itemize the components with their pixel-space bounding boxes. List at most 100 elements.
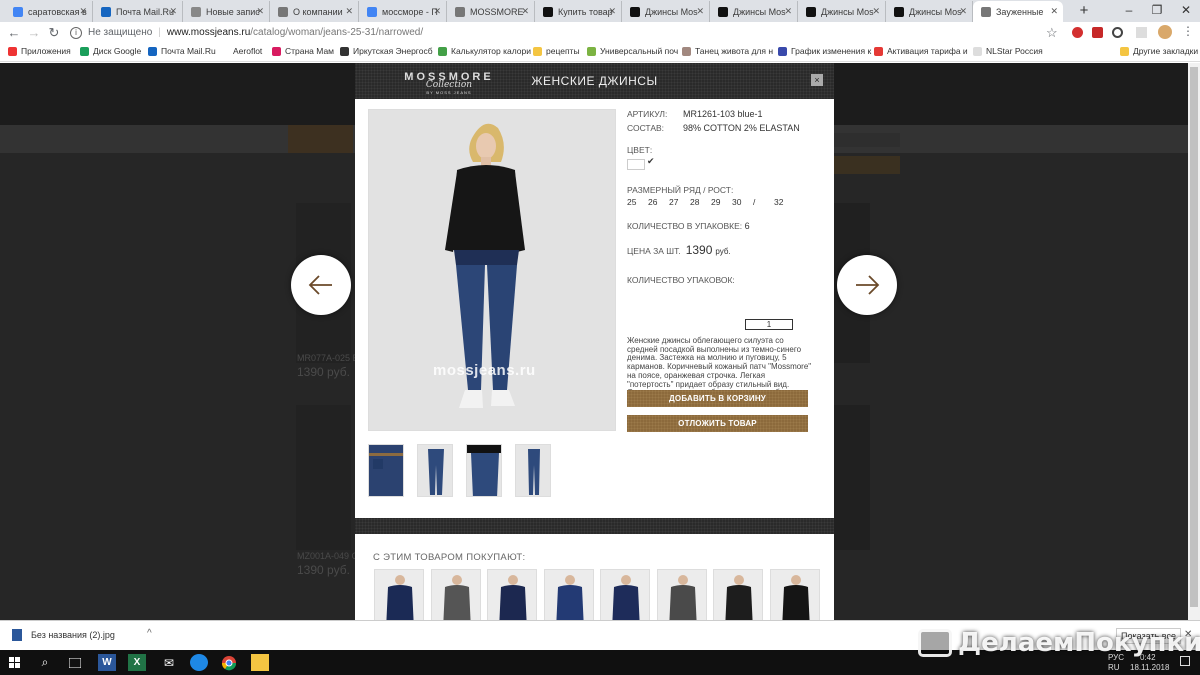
thumbnail[interactable] — [368, 444, 404, 497]
recommended-product-card[interactable] — [430, 569, 481, 620]
maximize-button[interactable]: ❐ — [1143, 0, 1171, 20]
la-favicon-icon — [630, 6, 640, 17]
bookmark-icon — [220, 46, 229, 56]
browser-tab[interactable]: Джинсы Mos ✕ — [622, 1, 710, 22]
bookmark-item[interactable]: Aeroflot — [220, 46, 262, 56]
bookmark-item[interactable]: NLStar Россия — [973, 46, 1043, 56]
product-main-image[interactable]: mossjeans.ru — [368, 109, 616, 431]
thumbnail[interactable] — [417, 444, 453, 497]
browser-tab[interactable]: MOSSMORE ✕ — [447, 1, 535, 22]
forward-icon[interactable]: → — [26, 25, 42, 40]
bookmark-label: рецепты — [546, 46, 580, 56]
browser-tab[interactable]: Джинсы Mos ✕ — [886, 1, 973, 22]
extension-icon[interactable] — [1136, 27, 1147, 38]
close-tab-icon[interactable]: ✕ — [959, 6, 967, 17]
packs-quantity-input[interactable]: 1 — [745, 319, 793, 330]
close-tab-icon[interactable]: ✕ — [872, 6, 880, 17]
close-tab-icon[interactable]: ✕ — [433, 6, 441, 17]
chrome-app-icon[interactable] — [220, 654, 238, 671]
notes-favicon-icon — [191, 6, 201, 17]
excel-app-icon[interactable]: X — [128, 654, 146, 671]
color-swatch[interactable] — [627, 159, 645, 170]
bookmark-item[interactable]: Иркутская Энергосб — [340, 46, 433, 56]
bookmark-item[interactable]: Танец живота для н — [682, 46, 773, 56]
browser-tab[interactable]: Зауженные ✕ — [973, 1, 1063, 22]
app-icon[interactable] — [190, 654, 208, 671]
browser-tab[interactable]: саратовская в ✕ — [5, 1, 93, 22]
close-tab-icon[interactable]: ✕ — [79, 6, 87, 17]
new-tab-button[interactable]: + — [1070, 0, 1098, 20]
back-icon[interactable]: ← — [6, 25, 22, 40]
browser-tab[interactable]: Джинсы Mos ✕ — [798, 1, 886, 22]
close-tab-icon[interactable]: ✕ — [696, 6, 704, 17]
reload-icon[interactable]: ↻ — [46, 25, 62, 41]
bookmark-star-icon[interactable]: ☆ — [1046, 25, 1058, 41]
bookmark-item[interactable]: Страна Мам — [272, 46, 334, 56]
file-explorer-icon[interactable] — [251, 654, 269, 671]
download-options-icon[interactable]: ^ — [147, 628, 152, 639]
page-scrollbar[interactable] — [1188, 63, 1200, 620]
bookmark-item[interactable]: Диск Google — [80, 46, 141, 56]
download-filename[interactable]: Без названия (2).jpg — [31, 630, 115, 640]
search-icon[interactable]: ⌕ — [36, 654, 54, 671]
arrow-right-icon — [856, 275, 880, 295]
close-tab-icon[interactable]: ✕ — [169, 6, 177, 17]
bookmark-icon — [973, 46, 982, 56]
recommended-product-card[interactable] — [656, 569, 707, 620]
recommended-product-card[interactable] — [487, 569, 537, 620]
info-icon[interactable]: i — [70, 26, 82, 39]
bookmark-item[interactable]: Универсальный поч — [587, 46, 678, 56]
recommended-product-card[interactable] — [713, 569, 763, 620]
close-tab-icon[interactable]: ✕ — [256, 6, 264, 17]
extension-icon[interactable] — [1072, 27, 1083, 38]
extension-icon[interactable] — [1112, 27, 1123, 38]
close-tab-icon[interactable]: ✕ — [1050, 6, 1058, 17]
browser-tab[interactable]: мосcморе - П ✕ — [359, 1, 447, 22]
browser-tab[interactable]: Почта Mail.Ru ✕ — [93, 1, 183, 22]
extension-icon[interactable] — [1092, 27, 1103, 38]
word-app-icon[interactable]: W — [98, 654, 116, 671]
postpone-button[interactable]: ОТЛОЖИТЬ ТОВАР — [627, 415, 808, 432]
profile-avatar[interactable] — [1158, 25, 1172, 39]
task-view-icon[interactable] — [66, 654, 84, 671]
menu-icon[interactable]: ⋮ — [1182, 24, 1194, 38]
cart-logo-icon — [918, 629, 952, 657]
bookmark-item[interactable]: График изменения к — [778, 46, 871, 56]
security-status[interactable]: Не защищено — [88, 27, 152, 38]
close-window-button[interactable]: ✕ — [1172, 0, 1200, 20]
close-tab-icon[interactable]: ✕ — [521, 6, 529, 17]
prev-product-button[interactable] — [291, 255, 351, 315]
thumbnail[interactable] — [466, 444, 502, 497]
bookmark-item[interactable]: рецепты — [533, 46, 580, 56]
recommended-product-card[interactable] — [374, 569, 424, 620]
bookmark-item[interactable]: Калькулятор калори — [438, 46, 531, 56]
close-tab-icon[interactable]: ✕ — [608, 6, 616, 17]
file-icon — [12, 629, 22, 641]
bookmark-label: Страна Мам — [285, 46, 335, 56]
recommended-product-card[interactable] — [769, 569, 820, 620]
price-value: 1390 — [685, 243, 713, 257]
recommended-product-card[interactable] — [600, 569, 650, 620]
browser-tab[interactable]: Купить товар ✕ — [535, 1, 622, 22]
add-to-cart-button[interactable]: ДОБАВИТЬ В КОРЗИНУ — [627, 390, 808, 407]
close-modal-button[interactable]: × — [811, 74, 823, 86]
tab-bar: саратовская в ✕ Почта Mail.Ru ✕ Новые запис ✕… — [0, 0, 1200, 22]
close-tab-icon[interactable]: ✕ — [345, 6, 353, 17]
browser-tab[interactable]: Новые запис ✕ — [183, 1, 270, 22]
browser-tab[interactable]: О компании ✕ — [270, 1, 359, 22]
address-bar[interactable]: i Не защищено | www.mossjeans.ru /catalo… — [70, 24, 1060, 41]
bookmark-item[interactable]: Другие закладки — [1120, 46, 1198, 56]
bookmark-item[interactable]: Почта Mail.Ru — [148, 46, 216, 56]
clock-date[interactable]: 18.11.2018 — [1130, 663, 1169, 672]
composition-value: 98% COTTON 2% ELASTAN — [683, 123, 800, 133]
browser-tab[interactable]: Джинсы Mos ✕ — [710, 1, 798, 22]
bookmark-item[interactable]: Активация тарифа и — [874, 46, 968, 56]
minimize-button[interactable]: – — [1115, 0, 1143, 20]
close-tab-icon[interactable]: ✕ — [784, 6, 792, 17]
thumbnail[interactable] — [515, 444, 551, 497]
windows-start-icon[interactable] — [6, 654, 24, 671]
recommended-product-card[interactable] — [543, 569, 594, 620]
bookmark-item[interactable]: Приложения — [8, 46, 71, 56]
mail-app-icon[interactable]: ✉ — [160, 654, 178, 671]
next-product-button[interactable] — [837, 255, 897, 315]
